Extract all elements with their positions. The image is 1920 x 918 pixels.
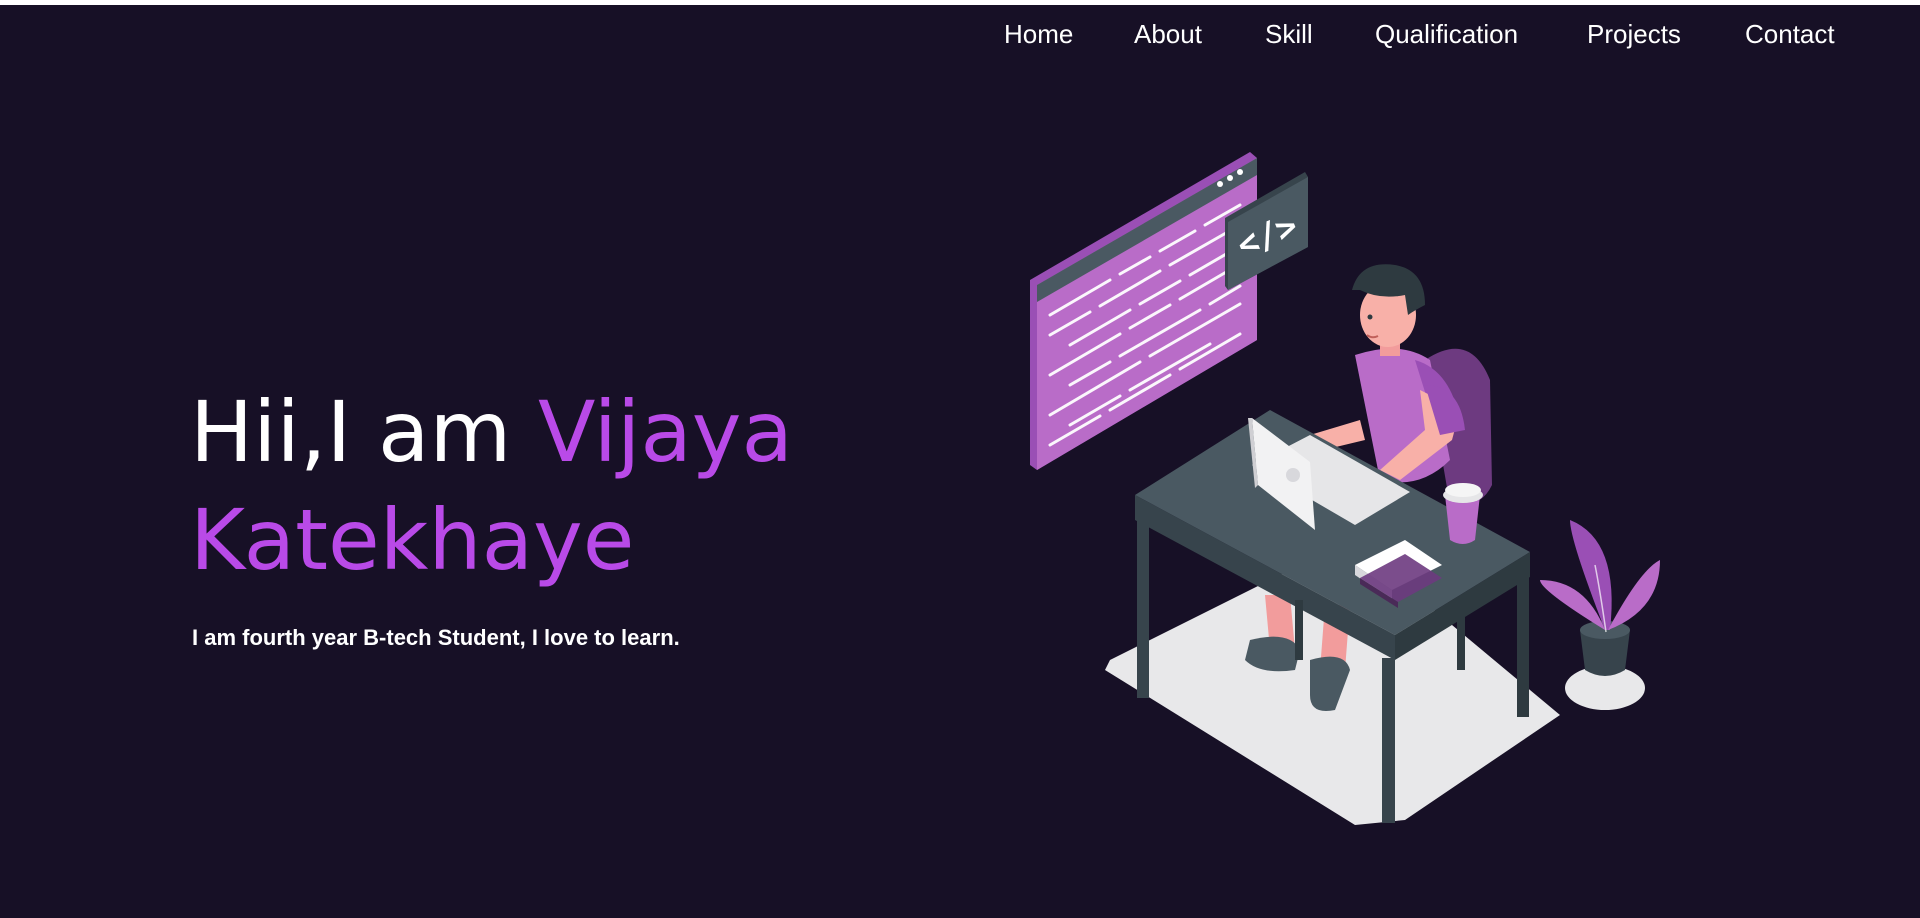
nav-contact-link[interactable]: Contact [1745,19,1835,50]
nav-about-link[interactable]: About [1134,19,1202,50]
nav-home-link[interactable]: Home [1004,19,1073,50]
hero-name-last: Katekhaye [190,491,635,589]
nav-qualification-link[interactable]: Qualification [1375,19,1518,50]
hero-subtitle: I am fourth year B-tech Student, I love … [192,625,680,650]
nav-projects-link[interactable]: Projects [1587,19,1681,50]
hero-greeting: Hii,I am [190,383,539,481]
hero-name-first: Vijaya [538,383,793,481]
page-background: Home About Skill Qualification Projects … [0,5,1920,918]
hero-heading: Hii,I am Vijaya Katekhaye [190,378,990,594]
plant-graphic [1540,520,1660,676]
top-navigation: Home About Skill Qualification Projects … [0,5,1920,65]
nav-skill-link[interactable]: Skill [1265,19,1313,50]
code-window-graphic [1030,152,1257,470]
developer-illustration: </> [1030,152,1660,825]
